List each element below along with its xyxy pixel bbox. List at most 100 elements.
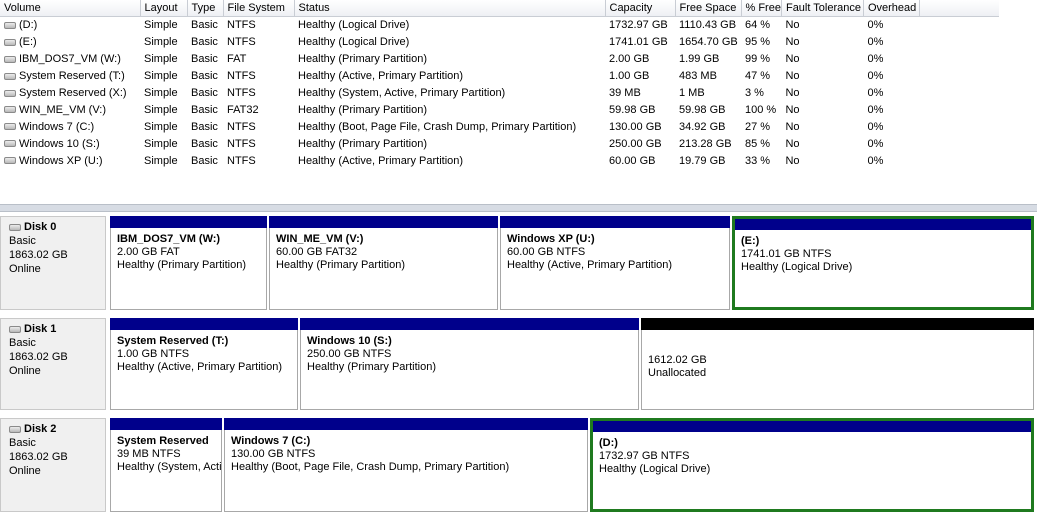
cell-text: IBM_DOS7_VM (W:)	[19, 53, 121, 66]
cell-text: Basic	[191, 53, 218, 66]
volume-table-body: (D:) Simple Basic NTFS Healthy (Logical Driv…	[0, 17, 999, 170]
cell-volume-name: Windows XP (U:)	[0, 152, 140, 169]
volume-row[interactable]: System Reserved (X:) Simple Basic NTFS Healt…	[0, 85, 999, 102]
cell-layout: Simple	[140, 34, 187, 51]
volume-row[interactable]: (D:) Simple Basic NTFS Healthy (Logical Driv…	[0, 17, 999, 34]
cell-percent-free: 85 %	[741, 135, 781, 152]
cell-overhead: 0%	[863, 135, 919, 152]
cell-text: 1741.01 GB	[609, 36, 668, 49]
partition-system-reserved-x[interactable]: System Reserved 39 MB NTFS Healthy (Syst…	[110, 418, 222, 512]
cell-free-space: 1.99 GB	[675, 51, 741, 68]
cell-capacity: 250.00 GB	[605, 135, 675, 152]
cell-text: Basic	[191, 154, 218, 167]
cell-text: 60.00 GB	[609, 154, 656, 167]
partition-windows-10[interactable]: Windows 10 (S:) 250.00 GB NTFS Healthy (…	[300, 318, 639, 410]
cell-status: Healthy (Primary Partition)	[294, 51, 605, 68]
cell-filler	[919, 101, 999, 118]
partition-bar	[110, 418, 222, 430]
cell-text: NTFS	[227, 137, 256, 150]
disk-icon	[9, 223, 21, 231]
drive-icon	[4, 55, 16, 63]
cell-file-system: NTFS	[223, 34, 294, 51]
disk-kind: Basic	[9, 437, 36, 449]
partition-size: 60.00 GB NTFS	[507, 246, 586, 258]
cell-text: 0%	[867, 154, 884, 167]
cell-text: 85 %	[745, 137, 771, 150]
partition-ibm-dos7-vm[interactable]: IBM_DOS7_VM (W:) 2.00 GB FAT Healthy (Pr…	[110, 216, 267, 310]
cell-text: 1.00 GB	[609, 70, 650, 83]
cell-fault-tolerance: No	[781, 85, 863, 102]
volume-row[interactable]: (E:) Simple Basic NTFS Healthy (Logical Driv…	[0, 34, 999, 51]
partition-name: WIN_ME_VM (V:)	[276, 233, 364, 245]
column-header-file-system[interactable]: File System	[223, 0, 295, 17]
disk-info-0[interactable]: Disk 0 Basic 1863.02 GB Online	[0, 216, 106, 310]
partition-windows-xp[interactable]: Windows XP (U:) 60.00 GB NTFS Healthy (A…	[500, 216, 730, 310]
volume-row[interactable]: Windows 10 (S:) Simple Basic NTFS Healthy (P…	[0, 135, 999, 152]
cell-type: Basic	[187, 85, 223, 102]
column-header-type[interactable]: Type	[187, 0, 224, 17]
cell-file-system: NTFS	[223, 152, 294, 169]
cell-file-system: NTFS	[223, 68, 294, 85]
disk-info-1[interactable]: Disk 1 Basic 1863.02 GB Online	[0, 318, 106, 410]
volume-list-pane: Volume Layout Type File System Status Ca…	[0, 0, 1037, 204]
column-header-volume[interactable]: Volume	[0, 0, 141, 17]
pane-splitter[interactable]	[0, 204, 1037, 212]
partition-e-selected[interactable]: (E:) 1741.01 GB NTFS Healthy (Logical Dr…	[732, 216, 1034, 310]
partition-system-reserved-t[interactable]: System Reserved (T:) 1.00 GB NTFS Health…	[110, 318, 298, 410]
volume-row[interactable]: Windows 7 (C:) Simple Basic NTFS Healthy (Bo…	[0, 118, 999, 135]
cell-layout: Simple	[140, 152, 187, 169]
cell-overhead: 0%	[863, 85, 919, 102]
cell-text: Windows XP (U:)	[19, 154, 103, 167]
cell-text: System Reserved (X:)	[19, 87, 127, 99]
partition-name: IBM_DOS7_VM (W:)	[117, 233, 221, 245]
column-header-fault-tolerance[interactable]: Fault Tolerance	[781, 0, 864, 17]
cell-free-space: 19.79 GB	[675, 152, 741, 169]
cell-text: 1732.97 GB	[609, 19, 668, 32]
column-header-capacity[interactable]: Capacity	[605, 0, 676, 17]
cell-text: NTFS	[227, 154, 256, 167]
cell-text: 0%	[867, 103, 884, 116]
partition-bar	[110, 318, 298, 330]
cell-layout: Simple	[140, 135, 187, 152]
partition-unallocated[interactable]: 1612.02 GB Unallocated	[641, 318, 1034, 410]
column-header-percent-free[interactable]: % Free	[741, 0, 782, 17]
cell-type: Basic	[187, 152, 223, 169]
column-header-layout[interactable]: Layout	[140, 0, 188, 17]
disk-info-2[interactable]: Disk 2 Basic 1863.02 GB Online	[0, 418, 106, 512]
drive-icon	[4, 157, 16, 165]
cell-text: 483 MB	[679, 70, 717, 83]
cell-text: Basic	[191, 87, 218, 99]
cell-text: 1 MB	[679, 87, 705, 99]
cell-text: Healthy (System, Active, Primary Partiti…	[298, 87, 506, 99]
cell-layout: Simple	[140, 17, 187, 34]
column-header-status[interactable]: Status	[294, 0, 606, 17]
column-header-overhead[interactable]: Overhead	[863, 0, 920, 17]
column-header-filler	[919, 0, 1000, 17]
cell-text: Healthy (Active, Primary Partition)	[298, 154, 464, 167]
cell-volume-name: Windows 10 (S:)	[0, 135, 140, 152]
volume-table-header: Volume Layout Type File System Status Ca…	[0, 0, 1000, 17]
cell-text: 0%	[867, 120, 884, 133]
cell-text: Simple	[144, 120, 178, 133]
cell-text: No	[785, 120, 800, 133]
volume-row[interactable]: WIN_ME_VM (V:) Simple Basic FAT32 Healthy (P…	[0, 101, 999, 118]
volume-row[interactable]: IBM_DOS7_VM (W:) Simple Basic FAT Healthy (P…	[0, 51, 999, 68]
partition-windows-7[interactable]: Windows 7 (C:) 130.00 GB NTFS Healthy (B…	[224, 418, 588, 512]
cell-volume-name: Windows 7 (C:)	[0, 118, 140, 135]
cell-text: WIN_ME_VM (V:)	[19, 103, 106, 116]
volume-row[interactable]: System Reserved (T:) Simple Basic NTFS Healt…	[0, 68, 999, 85]
cell-file-system: FAT32	[223, 101, 294, 118]
cell-text: Simple	[144, 19, 178, 32]
disk-kind: Basic	[9, 337, 36, 349]
cell-capacity: 59.98 GB	[605, 101, 675, 118]
volume-row[interactable]: Windows XP (U:) Simple Basic NTFS Healthy (A…	[0, 152, 999, 169]
cell-fault-tolerance: No	[781, 68, 863, 85]
partition-name: Windows 7 (C:)	[231, 435, 311, 447]
disk-size: 1863.02 GB	[9, 351, 68, 363]
partition-name: System Reserved (T:)	[117, 335, 229, 347]
partition-win-me-vm[interactable]: WIN_ME_VM (V:) 60.00 GB FAT32 Healthy (P…	[269, 216, 498, 310]
cell-volume-name: (D:)	[0, 17, 140, 34]
partition-d-selected[interactable]: (D:) 1732.97 GB NTFS Healthy (Logical Dr…	[590, 418, 1034, 512]
column-header-free-space[interactable]: Free Space	[675, 0, 742, 17]
cell-free-space: 34.92 GB	[675, 118, 741, 135]
